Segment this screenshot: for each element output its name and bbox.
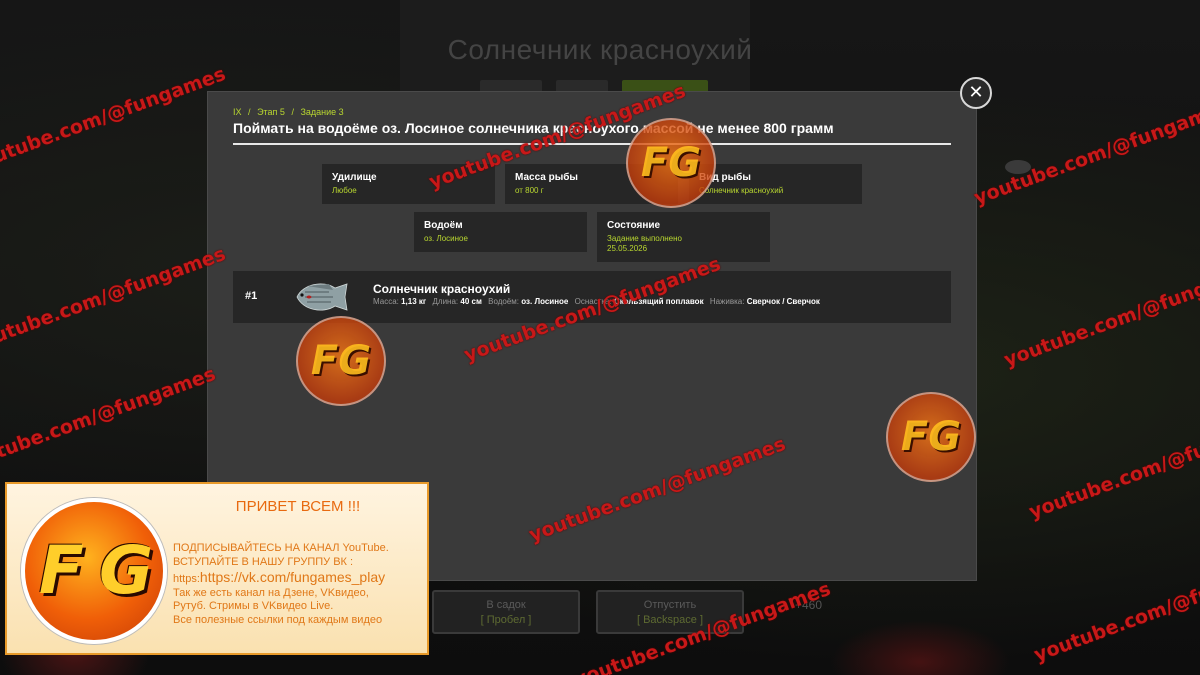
background-fish-title: Солнечник красноухий — [447, 34, 753, 65]
breadcrumb: IX / Этап 5 / Задание 3 — [233, 107, 348, 117]
promo-heading: ПРИВЕТ ВСЕМ !!! — [235, 498, 361, 515]
release-fish-label: Отпустить — [643, 599, 697, 611]
channel-promo-panel: F G ПРИВЕТ ВСЕМ !!! ПОДПИСЫВАЙТЕСЬ НА КА… — [5, 482, 429, 655]
breadcrumb-task: Задание 3 — [300, 107, 344, 117]
keep-fish-label: В садок — [486, 599, 526, 611]
meta-bait: Сверчок / Сверчок — [746, 297, 820, 306]
info-value: оз. Лосиное — [424, 234, 468, 243]
meta-weight: 1,13 кг — [401, 297, 427, 306]
fish-name: Солнечник красноухий — [373, 282, 511, 296]
meta-key: Водоём: — [488, 297, 520, 306]
breadcrumb-separator: / — [291, 107, 294, 117]
watermark-logo: FG — [626, 118, 716, 208]
completion-date: 25.05.2026 — [607, 244, 648, 253]
breadcrumb-chapter[interactable]: IX — [233, 107, 242, 117]
promo-line: Рутуб. Стримы в VKвидео Live. — [173, 600, 334, 612]
promo-text: ПОДПИСЫВАЙТЕСЬ НА КАНАЛ YouTube. ВСТУПАЙ… — [173, 542, 431, 627]
promo-line: ВСТУПАЙТЕ В НАШУ ГРУППУ ВК : — [173, 555, 354, 568]
watermark-logo: FG — [886, 392, 976, 482]
promo-link-prefix: https: — [173, 573, 200, 585]
breadcrumb-separator: / — [248, 107, 251, 117]
fungames-logo: F G — [21, 498, 167, 644]
info-label: Состояние — [607, 220, 661, 231]
info-label: Вид рыбы — [699, 172, 751, 183]
catch-number: #1 — [245, 290, 258, 302]
promo-line: Все полезные ссылки под каждым видео — [173, 613, 383, 626]
watermark-logo: FG — [296, 316, 386, 406]
close-icon[interactable]: ✕ — [960, 77, 992, 109]
meta-key: Длина: — [432, 297, 459, 306]
divider — [233, 143, 951, 145]
breadcrumb-stage[interactable]: Этап 5 — [257, 107, 285, 117]
keep-fish-key: [ Пробел ] — [480, 614, 532, 626]
meta-key: Наживка: — [709, 297, 745, 306]
meta-water-body: оз. Лосиное — [521, 297, 569, 306]
info-water-body: Водоём оз. Лосиное — [414, 212, 587, 252]
info-label: Водоём — [424, 220, 463, 231]
promo-line: ПОДПИСЫВАЙТЕСЬ НА КАНАЛ YouTube. — [173, 542, 389, 554]
keep-fish-button[interactable]: В садок [ Пробел ] — [432, 590, 580, 634]
info-value: Задание выполнено — [607, 234, 682, 243]
meta-key: Масса: — [373, 297, 399, 306]
promo-line: Так же есть канал на Дзене, VKвидео, — [173, 586, 369, 599]
fish-icon — [296, 283, 348, 311]
vk-group-link[interactable]: https://vk.com/fungames_play — [200, 569, 385, 585]
decor-shape — [830, 620, 1010, 675]
info-status: Состояние Задание выполнено 25.05.2026 — [597, 212, 770, 262]
info-value: Солнечник красноухий — [699, 186, 784, 195]
meta-length: 40 см — [460, 297, 482, 306]
info-value: Любое — [332, 186, 357, 195]
